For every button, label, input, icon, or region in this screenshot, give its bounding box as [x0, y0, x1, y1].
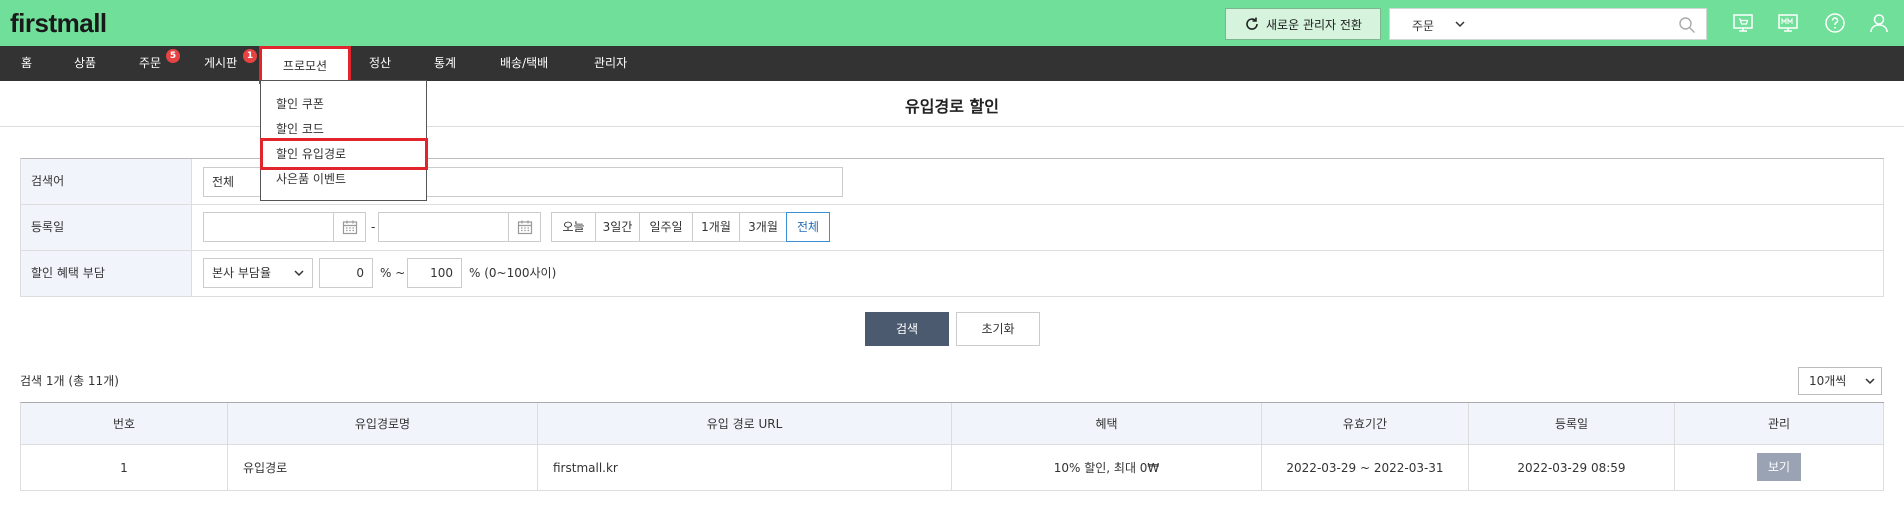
cell-no: 1 — [21, 445, 228, 491]
per-page-select[interactable]: 10개씩 — [1798, 367, 1882, 395]
view-button[interactable]: 보기 — [1757, 453, 1801, 481]
manual-icon[interactable] — [1775, 11, 1801, 35]
form-row-date: 등록일 - 오늘 3일간 일주일 1개월 3개월 전체 — [21, 205, 1883, 251]
benefit-max-input[interactable]: 100 — [407, 258, 462, 288]
table-row: 1 유입경로 firstmall.kr 10% 할인, 최대 0₩ 2022-0… — [21, 445, 1884, 491]
per-page-value: 10개씩 — [1809, 374, 1847, 388]
top-header: firstmall 새로운 관리자 전환 주문 — [0, 0, 1904, 46]
nav-item-home[interactable]: 홈 — [21, 46, 32, 81]
header-registered: 등록일 — [1469, 403, 1675, 445]
logo[interactable]: firstmall — [10, 8, 107, 39]
reset-button[interactable]: 초기화 — [956, 312, 1040, 346]
header-url: 유입 경로 URL — [538, 403, 952, 445]
nav-item-statistics[interactable]: 통계 — [434, 46, 456, 81]
dropdown-item-gift-event[interactable]: 사은품 이벤트 — [276, 170, 346, 187]
benefit-range-separator: % ~ — [380, 266, 406, 280]
result-count: 검색 1개 (총 11개) — [20, 374, 119, 388]
dropdown-item-code[interactable]: 할인 코드 — [276, 120, 324, 137]
date-all-button[interactable]: 전체 — [786, 212, 830, 242]
chevron-down-icon — [294, 270, 304, 277]
date-separator: - — [371, 220, 376, 234]
cart-monitor-icon[interactable] — [1730, 11, 1756, 35]
dropdown-highlight-box — [260, 138, 428, 170]
board-badge: 1 — [243, 49, 257, 63]
date-week-button[interactable]: 일주일 — [639, 212, 693, 242]
date-label: 등록일 — [21, 205, 192, 250]
benefit-min-input[interactable]: 0 — [319, 258, 373, 288]
benefit-type-value: 본사 부담율 — [212, 266, 272, 280]
switch-admin-button[interactable]: 새로운 관리자 전환 — [1225, 8, 1381, 40]
calendar-icon — [517, 220, 532, 235]
calendar-icon — [342, 220, 357, 235]
dropdown-item-coupon[interactable]: 할인 쿠폰 — [276, 95, 324, 112]
benefit-range-hint: % (0~100사이) — [469, 266, 557, 280]
cell-period: 2022-03-29 ~ 2022-03-31 — [1262, 445, 1469, 491]
benefit-type-select[interactable]: 본사 부담율 — [203, 258, 313, 288]
header-benefit: 혜택 — [952, 403, 1262, 445]
date-3days-button[interactable]: 3일간 — [595, 212, 640, 242]
cell-name: 유입경로 — [228, 445, 538, 491]
top-search-box: 주문 — [1389, 8, 1707, 40]
nav-item-board[interactable]: 게시판 — [204, 46, 237, 81]
header-period: 유효기간 — [1262, 403, 1469, 445]
user-icon[interactable] — [1866, 11, 1892, 35]
keyword-type-select[interactable]: 전체 — [212, 175, 234, 189]
results-table: 번호 유입경로명 유입 경로 URL 혜택 유효기간 등록일 관리 1 유입경로… — [20, 402, 1884, 491]
start-calendar-button[interactable] — [334, 212, 366, 242]
date-today-button[interactable]: 오늘 — [551, 212, 596, 242]
date-3months-button[interactable]: 3개월 — [739, 212, 787, 242]
chevron-down-icon — [1455, 21, 1465, 28]
header-action: 관리 — [1675, 403, 1884, 445]
date-1month-button[interactable]: 1개월 — [692, 212, 740, 242]
start-date-input[interactable] — [203, 212, 334, 242]
header-name: 유입경로명 — [228, 403, 538, 445]
nav-item-promotion[interactable]: 프로모션 — [259, 46, 351, 84]
end-calendar-button[interactable] — [509, 212, 541, 242]
search-button[interactable]: 검색 — [865, 312, 949, 346]
nav-item-orders[interactable]: 주문 — [139, 46, 161, 81]
search-category-select[interactable]: 주문 — [1412, 17, 1434, 34]
orders-badge: 5 — [166, 49, 180, 63]
keyword-label: 검색어 — [21, 159, 192, 204]
switch-admin-label: 새로운 관리자 전환 — [1266, 17, 1362, 32]
cell-action: 보기 — [1675, 445, 1884, 491]
nav-item-promotion-label: 프로모션 — [282, 58, 328, 73]
nav-item-admin[interactable]: 관리자 — [594, 46, 627, 81]
nav-item-shipping[interactable]: 배송/택배 — [500, 46, 548, 81]
cell-registered: 2022-03-29 08:59 — [1469, 445, 1675, 491]
header-no: 번호 — [21, 403, 228, 445]
cell-url: firstmall.kr — [538, 445, 952, 491]
table-header-row: 번호 유입경로명 유입 경로 URL 혜택 유효기간 등록일 관리 — [21, 403, 1884, 445]
end-date-input[interactable] — [378, 212, 509, 242]
benefit-label: 할인 혜택 부담 — [21, 251, 192, 296]
nav-item-settlement[interactable]: 정산 — [369, 46, 391, 81]
search-icon[interactable] — [1678, 16, 1696, 34]
refresh-icon — [1246, 17, 1258, 30]
chevron-down-icon — [1865, 378, 1875, 385]
help-icon[interactable] — [1822, 11, 1848, 35]
cell-benefit: 10% 할인, 최대 0₩ — [952, 445, 1262, 491]
nav-item-products[interactable]: 상품 — [74, 46, 96, 81]
form-row-benefit: 할인 혜택 부담 본사 부담율 0 % ~ 100 % (0~100사이) — [21, 251, 1883, 297]
